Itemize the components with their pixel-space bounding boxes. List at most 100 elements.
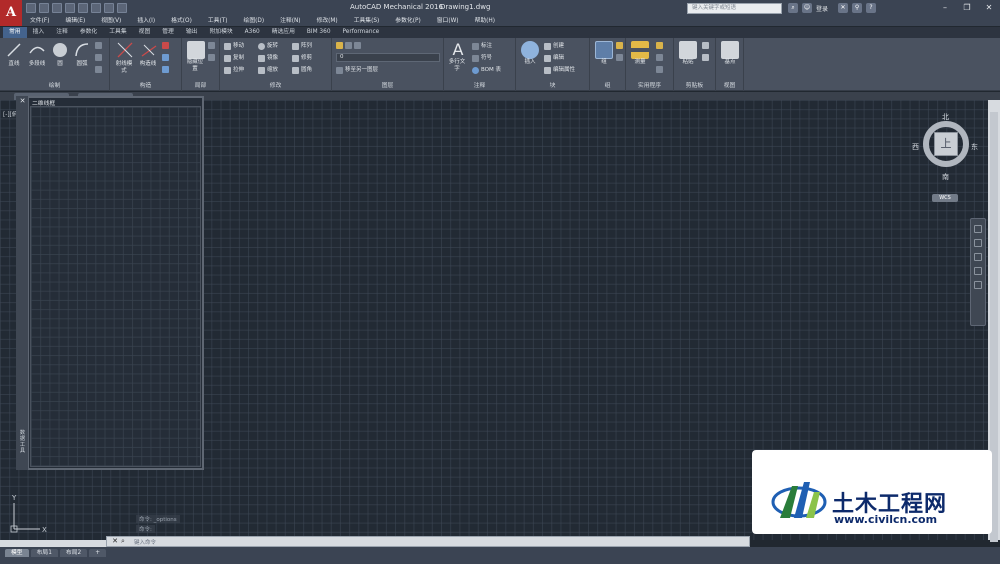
mtext-button[interactable]: A 多行文字 [447,41,469,73]
trim-button[interactable]: 修剪 [292,54,312,62]
redo-icon[interactable] [104,3,114,13]
help-search-input[interactable]: 键入关键字或短语 [687,3,782,14]
menu-edit[interactable]: 编辑(E) [57,17,93,26]
move-button[interactable]: 移动 [224,42,244,50]
compass-south[interactable]: 南 [942,172,949,182]
insert-block-button[interactable]: 插入 [519,41,541,66]
command-input[interactable]: 键入命令 [134,538,156,546]
viewcube-top-face[interactable]: 上 [934,132,958,156]
layer-properties-icon[interactable] [336,42,343,49]
line-button[interactable]: 直线 [3,41,25,68]
showmotion-icon[interactable] [974,281,982,289]
new-icon[interactable] [26,3,36,13]
tab-toolsets[interactable]: 工具集 [103,27,132,38]
ray-mode-button[interactable]: 射线模式 [114,41,136,75]
palette-title-strip[interactable] [16,96,29,470]
menu-file[interactable]: 文件(F) [22,17,57,26]
construct-line-button[interactable]: 构造线 [138,41,160,68]
util-extra-2[interactable] [656,54,663,61]
tab-parametric[interactable]: 参数化 [74,27,103,38]
menu-parametric[interactable]: 参数化(P) [387,17,428,26]
tab-featured-apps[interactable]: 精选应用 [266,27,301,38]
tab-annotate[interactable]: 注释 [50,27,74,38]
horizontal-scrollbar[interactable] [0,540,106,547]
panel-layers-title[interactable]: 图层 [332,82,443,90]
tab-insert[interactable]: 插入 [27,27,51,38]
tab-performance[interactable]: Performance [337,27,386,38]
layer-match-icon[interactable] [354,42,361,49]
close-icon[interactable]: ✕ [110,537,120,545]
util-extra-1[interactable] [656,42,663,49]
compass-east[interactable]: 东 [971,142,978,152]
layer-dropdown[interactable]: 0 [336,53,440,62]
wcs-menu[interactable]: WCS [932,194,958,202]
construct-extra-3[interactable] [162,66,169,73]
menu-help[interactable]: 帮助(H) [467,17,503,26]
add-layout-button[interactable]: + [89,549,107,557]
group-button[interactable]: 组 [593,41,615,66]
tab-addins[interactable]: 附加模块 [203,27,238,38]
tab-output[interactable]: 输出 [180,27,204,38]
tab-layout1[interactable]: 布局1 [30,549,58,557]
measure-button[interactable]: 测量 [629,41,651,66]
edit-attr-button[interactable]: 编辑属性 [544,66,575,74]
menu-annotate[interactable]: 注释(N) [272,17,308,26]
steering-wheel-icon[interactable] [974,225,982,233]
menu-toolsets[interactable]: 工具集(S) [346,17,388,26]
panel-annotation-title[interactable]: 注释 [444,82,515,90]
construct-extra-2[interactable] [162,54,169,61]
compass-west[interactable]: 西 [912,142,919,152]
copy-button[interactable]: 复制 [224,54,244,62]
hide-button[interactable]: 隐藏位置 [185,41,207,73]
menu-modify[interactable]: 修改(M) [309,17,346,26]
network-icon[interactable]: ⚲ [852,3,863,13]
fillet-button[interactable]: 圆角 [292,66,312,74]
construct-extra-1[interactable] [162,42,169,49]
help-icon[interactable]: ? [866,3,877,13]
dimension-button[interactable]: 标注 [472,42,492,50]
menu-tools[interactable]: 工具(T) [200,17,236,26]
clip-extra-1[interactable] [702,42,709,49]
panel-utilities-title[interactable]: 实用程序 [626,82,673,90]
undo-icon[interactable] [91,3,101,13]
panel-modify-title[interactable]: 修改 [220,82,331,90]
tab-layout2[interactable]: 布局2 [59,549,88,557]
polyline-button[interactable]: 多段线 [26,41,48,68]
orbit-icon[interactable] [974,267,982,275]
application-menu-button[interactable]: A [0,0,22,26]
tab-home[interactable]: 常用 [3,27,27,38]
detail-extra-2[interactable] [208,54,215,61]
menu-format[interactable]: 格式(O) [163,17,200,26]
clip-extra-2[interactable] [702,54,709,61]
edit-block-button[interactable]: 编辑 [544,54,564,62]
save-as-icon[interactable] [65,3,75,13]
mirror-button[interactable]: 镜像 [258,54,278,62]
workspace-icon[interactable] [117,3,127,13]
arc-button[interactable]: 圆弧 [71,41,93,68]
pan-icon[interactable] [974,239,982,247]
tab-bim360[interactable]: BIM 360 [301,27,337,38]
base-view-button[interactable]: 基点 [719,41,741,66]
scale-button[interactable]: 缩放 [258,66,278,74]
symbol-button[interactable]: 符号 [472,54,492,62]
command-line[interactable] [106,536,750,547]
menu-window[interactable]: 窗口(W) [429,17,467,26]
close-icon[interactable]: ✕ [978,0,1000,15]
panel-detail-title[interactable]: 局部 [182,82,219,90]
rotate-button[interactable]: 旋转 [258,42,278,50]
minimize-icon[interactable]: – [934,0,956,15]
menu-draw[interactable]: 绘图(D) [236,17,273,26]
layer-state-icon[interactable] [345,42,352,49]
circle-button[interactable]: 圆 [49,41,71,68]
util-extra-3[interactable] [656,66,663,73]
viewcube[interactable]: 上 北 南 东 西 WCS [912,108,982,202]
detail-extra-1[interactable] [208,42,215,49]
draw-extra-1[interactable] [95,42,102,49]
exchange-icon[interactable]: ✕ [838,3,849,13]
print-icon[interactable] [78,3,88,13]
array-button[interactable]: 阵列 [292,42,312,50]
menu-insert[interactable]: 插入(I) [129,17,163,26]
tab-a360[interactable]: A360 [239,27,266,38]
group-extra-1[interactable] [616,42,623,49]
user-icon[interactable]: ☺ [802,3,812,13]
